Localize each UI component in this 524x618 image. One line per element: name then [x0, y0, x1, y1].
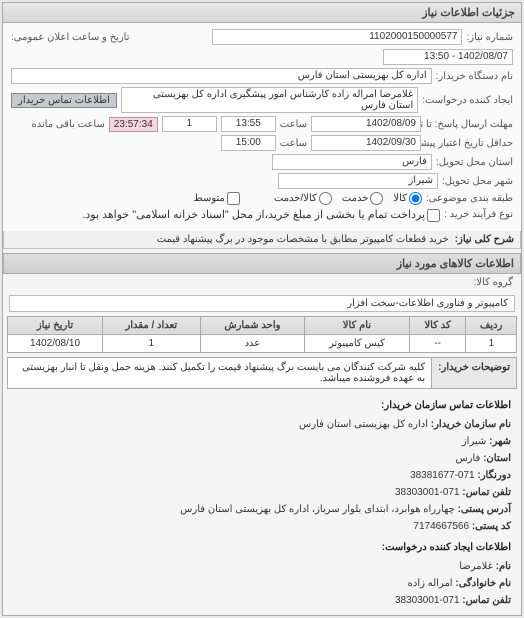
goods-table: ردیف کد کالا نام کالا واحد شمارش تعداد /… [7, 316, 517, 353]
contact-title-2: اطلاعات ایجاد کننده درخواست: [13, 539, 511, 556]
form-area: شماره نیاز: 1102000150000577 تاریخ و ساع… [3, 23, 521, 231]
buyer-desc-value: کلیه شرکت کنندگان می بایست برگ پیشنهاد ق… [8, 358, 431, 388]
general-title-label: شرح کلی نیاز: [455, 234, 514, 245]
contact-title-1: اطلاعات تماس سازمان خریدار: [13, 397, 511, 414]
name-value: غلامرضا [459, 561, 493, 572]
buyer-device-label: نام دستگاه خریدار: [436, 71, 513, 82]
phone-value: 071-38303001 [395, 487, 460, 498]
checkbox-avg[interactable] [227, 192, 240, 205]
postal-value: 7174667566 [413, 521, 469, 532]
phone2-value: 071-38303001 [395, 595, 460, 606]
validity-date-value: 1402/09/30 [311, 135, 421, 151]
cell-qty: 1 [103, 334, 201, 352]
goods-group-value: کامپیوتر و فناوری اطلاعات-سخت افزار [9, 295, 515, 312]
phone-label: تلفن تماس: [462, 487, 511, 498]
time-label-2: ساعت [280, 138, 307, 149]
validity-time-value: 15:00 [221, 135, 276, 151]
radio-service-text: خدمت [342, 193, 369, 204]
province-label: استان محل تحویل: [436, 157, 513, 168]
days-remain-value: 1 [162, 116, 217, 132]
time-remain-value: 23:57:34 [109, 117, 158, 132]
days-remain-suffix: ساعت باقی مانده [31, 119, 104, 130]
th-code: کد کالا [409, 316, 466, 334]
name-label: نام: [496, 561, 511, 572]
contact-city-label: شهر: [489, 436, 511, 447]
city-value: شیراز [278, 173, 438, 189]
announce-label: تاریخ و ساعت اعلان عمومی: [11, 32, 130, 43]
province-value: فارس [272, 154, 432, 170]
th-row: ردیف [466, 316, 517, 334]
cell-name: کیس کامپیوتر [305, 334, 409, 352]
contact-city-value: شیراز [462, 436, 487, 447]
contact-info: اطلاعات تماس سازمان خریدار: نام سازمان خ… [3, 391, 521, 615]
goods-section-header: اطلاعات کالاهای مورد نیاز [3, 253, 521, 274]
checkbox-avg-text: متوسط [193, 193, 224, 204]
table-row[interactable]: 1 -- کیس کامپیوتر عدد 1 1402/08/10 [8, 334, 517, 352]
details-panel: جزئیات اطلاعات نیاز شماره نیاز: 11020001… [2, 2, 522, 616]
city-label: شهر محل تحویل: [442, 176, 513, 187]
radio-goods-label[interactable]: کالا [393, 192, 422, 205]
table-header-row: ردیف کد کالا نام کالا واحد شمارش تعداد /… [8, 316, 517, 334]
fax-label: دورنگار: [477, 470, 511, 481]
th-qty: تعداد / مقدار [103, 316, 201, 334]
addr-value: چهارراه هوابرد، ابتدای بلوار سرباز، ادار… [180, 504, 455, 515]
announce-value: 1402/08/07 - 13:50 [383, 49, 513, 65]
radio-goods-service[interactable] [319, 192, 332, 205]
niaz-no-label: شماره نیاز: [466, 32, 513, 43]
checkbox-avg-label[interactable]: متوسط [193, 192, 239, 205]
fax-value: 071-38381677 [410, 470, 475, 481]
radio-goods-service-label[interactable]: کالا/خدمت [274, 192, 332, 205]
validity-label: حداقل تاریخ اعتبار پیشنهاد: تا تاریخ: [425, 138, 513, 149]
buyer-desc-row: توضیحات خریدار: کلیه شرکت کنندگان می بای… [7, 357, 517, 389]
cell-code: -- [409, 334, 466, 352]
requester-label: ایجاد کننده درخواست: [422, 95, 513, 106]
buy-type-note: پرداخت تمام یا بخشی از مبلغ خرید،از محل … [82, 209, 425, 221]
buy-type-checkbox[interactable] [427, 209, 440, 222]
deadline-date-value: 1402/08/09 [311, 116, 421, 132]
contact-province-value: فارس [455, 453, 480, 464]
buy-type-label: نوع فرآیند خرید : [444, 209, 513, 220]
org-label: نام سازمان خریدار: [431, 419, 511, 430]
general-title-row: شرح کلی نیاز: خرید قطعات کامپیوتر مطابق … [3, 231, 521, 249]
time-label-1: ساعت [280, 119, 307, 130]
family-label: نام خانوادگی: [455, 578, 511, 589]
radio-goods-text: کالا [393, 193, 407, 204]
org-value: اداره کل بهزیستی استان فارس [299, 419, 428, 430]
family-value: امراله زاده [408, 578, 453, 589]
th-unit: واحد شمارش [200, 316, 305, 334]
requester-value: غلامرضا امراله زاده کارشناس امور پیشگیری… [121, 87, 418, 113]
radio-service[interactable] [370, 192, 383, 205]
buyer-contact-button[interactable]: اطلاعات تماس خریدار [11, 93, 117, 108]
cell-row: 1 [466, 334, 517, 352]
buyer-desc-label: توضیحات خریدار: [431, 358, 516, 388]
th-date: تاریخ نیاز [8, 316, 103, 334]
postal-label: کد پستی: [472, 521, 511, 532]
radio-goods-service-text: کالا/خدمت [274, 193, 317, 204]
subject-class-label: طبقه بندی موضوعی: [426, 193, 513, 204]
deadline-time-value: 13:55 [221, 116, 276, 132]
phone2-label: تلفن تماس: [462, 595, 511, 606]
radio-goods[interactable] [409, 192, 422, 205]
panel-title: جزئیات اطلاعات نیاز [3, 3, 521, 23]
goods-group-label: گروه کالا: [474, 277, 513, 288]
cell-unit: عدد [200, 334, 305, 352]
general-title-value: خرید قطعات کامپیوتر مطابق با مشخصات موجو… [10, 234, 449, 245]
deadline-label: مهلت ارسال پاسخ: تا تاریخ: [425, 119, 513, 130]
contact-province-label: استان: [483, 453, 511, 464]
buy-type-check-label[interactable]: پرداخت تمام یا بخشی از مبلغ خرید،از محل … [82, 208, 440, 222]
cell-date: 1402/08/10 [8, 334, 103, 352]
th-name: نام کالا [305, 316, 409, 334]
niaz-no-value: 1102000150000577 [212, 29, 462, 45]
radio-service-label[interactable]: خدمت [342, 192, 384, 205]
addr-label: آدرس پستی: [458, 504, 511, 515]
buyer-device-value: اداره کل بهزیستی استان فارس [11, 68, 432, 84]
